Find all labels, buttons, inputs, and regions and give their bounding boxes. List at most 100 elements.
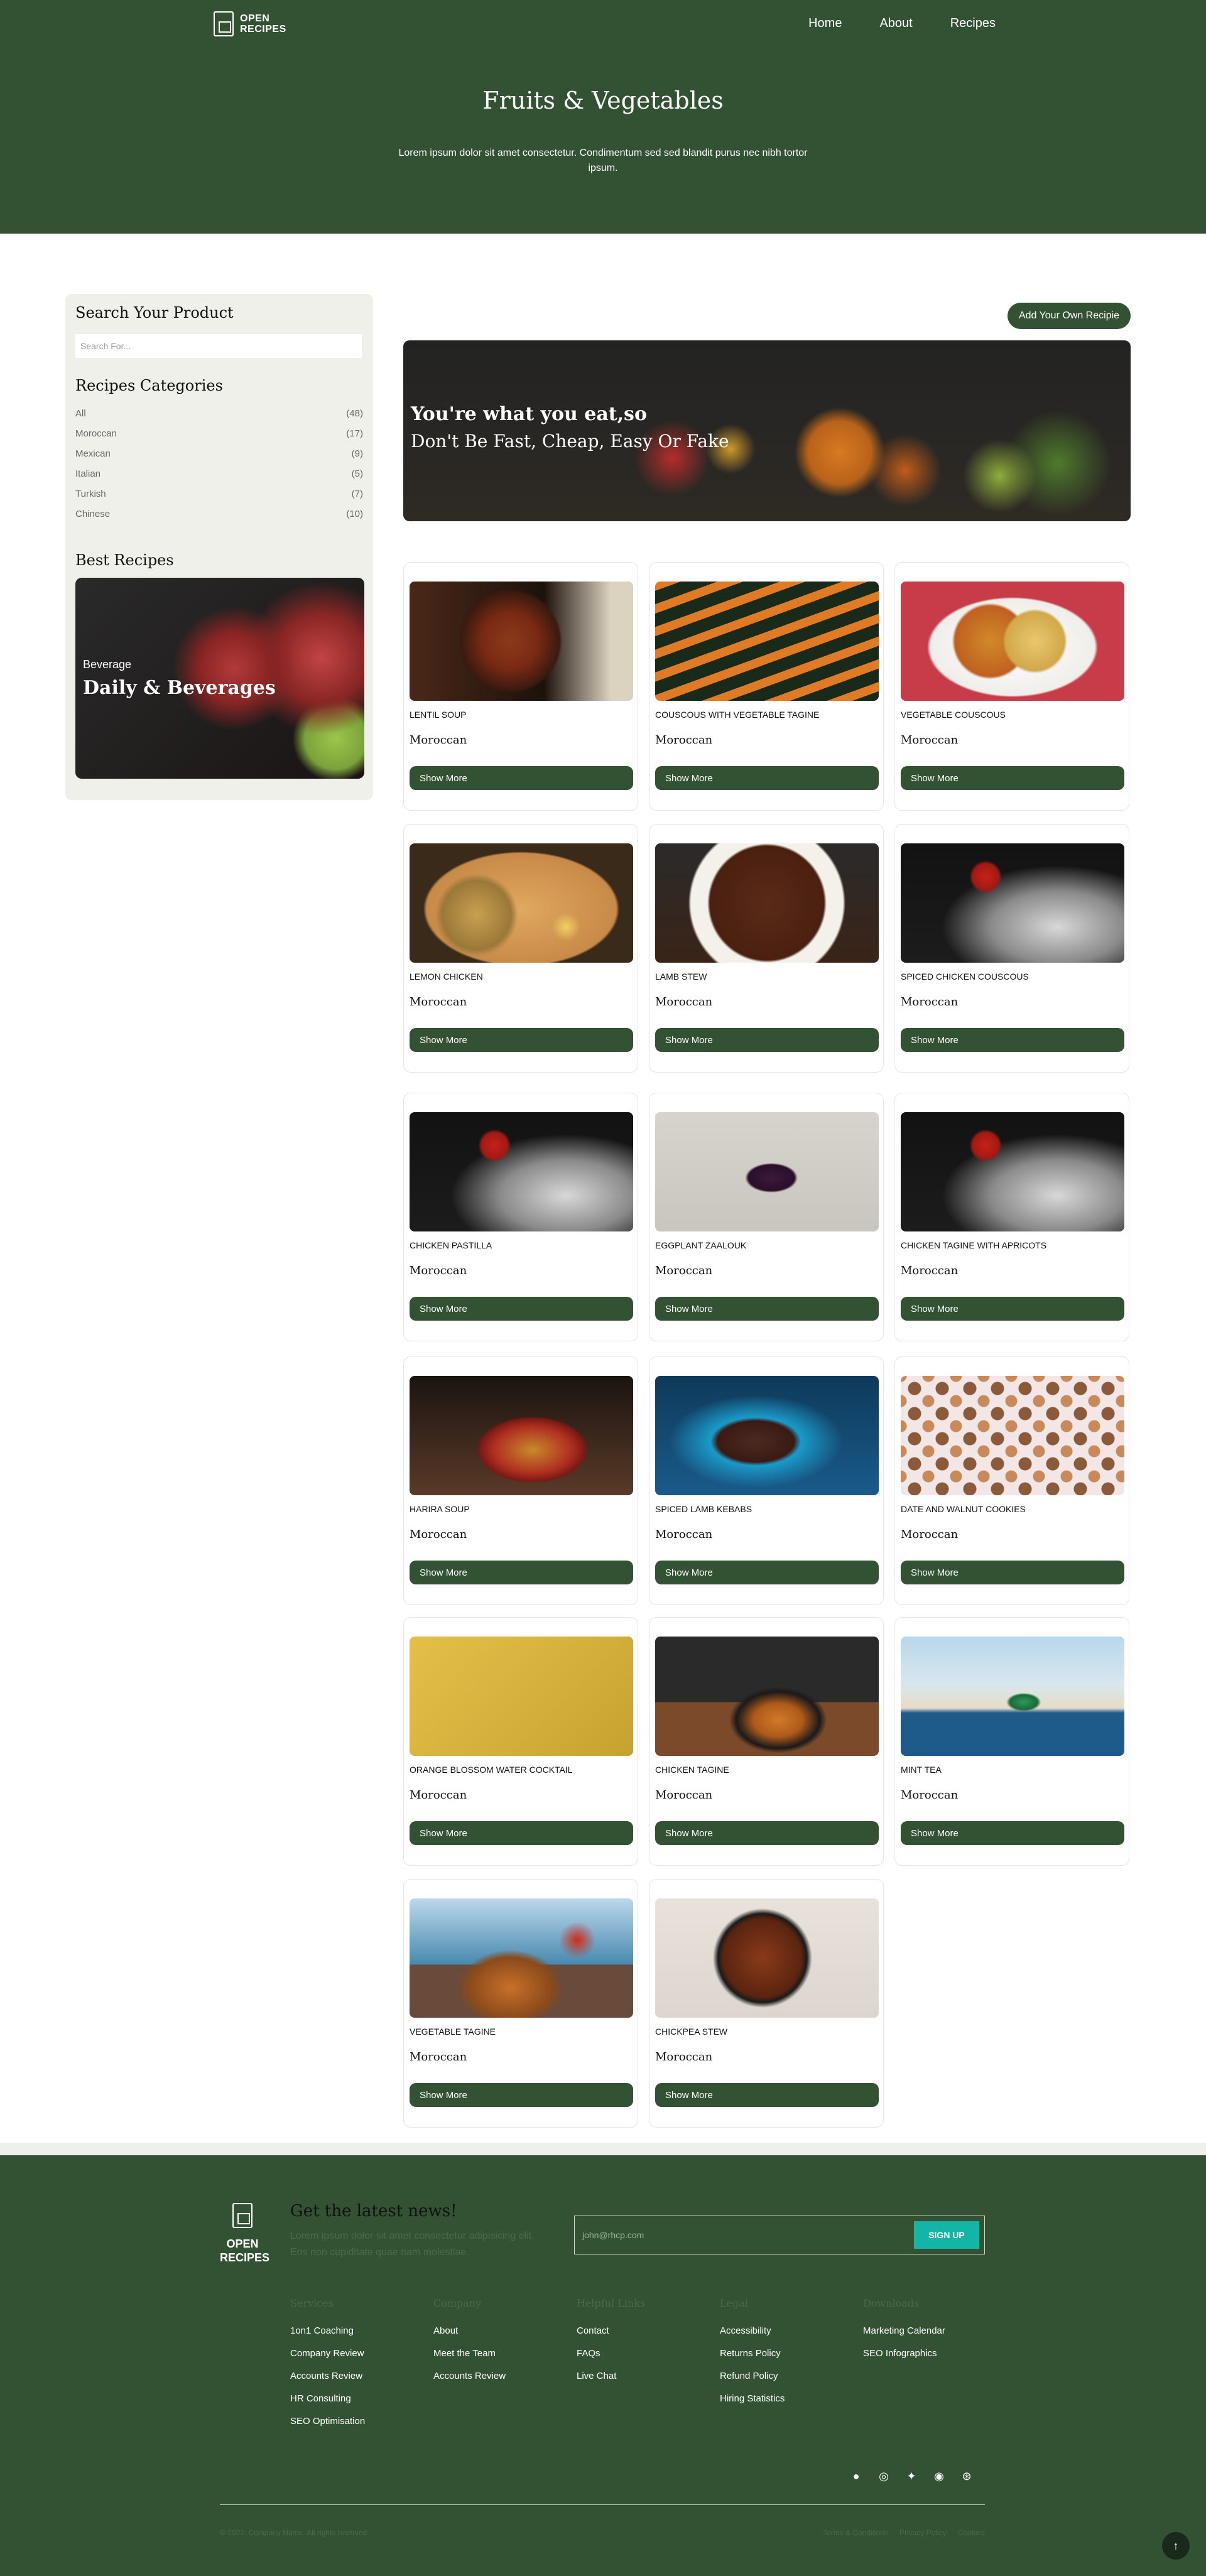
social-links: ● ◎ ✦ ◉ ⊛: [849, 2469, 974, 2483]
recipe-image[interactable]: [410, 843, 633, 963]
footer-link[interactable]: SEO Optimisation: [290, 2416, 365, 2438]
nav-recipes[interactable]: Recipes: [950, 16, 996, 31]
category-italian[interactable]: Italian (5): [75, 463, 363, 484]
recipe-card[interactable]: SPICED CHICKEN COUSCOUS Moroccan Show More: [894, 824, 1129, 1073]
dribbble-icon[interactable]: ⊛: [960, 2469, 974, 2483]
privacy-link[interactable]: Privacy Policy: [899, 2528, 947, 2537]
recipe-card[interactable]: EGGPLANT ZAALOUK Moroccan Show More: [649, 1093, 884, 1341]
recipe-title: SPICED CHICKEN COUSCOUS: [901, 971, 1029, 982]
show-more-button[interactable]: Show More: [410, 1561, 633, 1584]
recipe-category: Moroccan: [655, 1789, 713, 1802]
footer-link[interactable]: SEO Infographics: [863, 2348, 945, 2371]
recipe-card[interactable]: CHICKPEA STEW Moroccan Show More: [649, 1879, 884, 2128]
footer-logo-line1: OPEN: [226, 2238, 259, 2250]
show-more-button[interactable]: Show More: [655, 1561, 879, 1584]
recipe-image[interactable]: [655, 1637, 879, 1756]
category-chinese[interactable]: Chinese (10): [75, 504, 363, 524]
twitter-icon[interactable]: ✦: [905, 2469, 918, 2483]
recipe-card[interactable]: LEMON CHICKEN Moroccan Show More: [403, 824, 638, 1073]
recipe-card[interactable]: ORANGE BLOSSOM WATER COCKTAIL Moroccan Sho…: [403, 1617, 638, 1866]
footer-link[interactable]: Accessibility: [720, 2325, 785, 2348]
recipe-card[interactable]: COUSCOUS WITH VEGETABLE TAGINE Moroccan Sh…: [649, 562, 884, 811]
footer-link[interactable]: Accounts Review: [433, 2371, 506, 2393]
show-more-button[interactable]: Show More: [901, 766, 1124, 790]
show-more-button[interactable]: Show More: [655, 1028, 879, 1052]
recipe-image[interactable]: [901, 582, 1124, 701]
show-more-button[interactable]: Show More: [901, 1821, 1124, 1845]
show-more-button[interactable]: Show More: [655, 766, 879, 790]
recipe-card[interactable]: CHICKEN PASTILLA Moroccan Show More: [403, 1093, 638, 1341]
recipe-card[interactable]: HARIRA SOUP Moroccan Show More: [403, 1356, 638, 1605]
logo[interactable]: OPEN RECIPES: [214, 11, 286, 36]
recipe-image[interactable]: [410, 1637, 633, 1756]
recipe-image[interactable]: [655, 582, 879, 701]
recipe-image[interactable]: [410, 1376, 633, 1495]
recipe-image[interactable]: [410, 1112, 633, 1231]
recipe-category: Moroccan: [901, 1528, 959, 1541]
footer-link[interactable]: About: [433, 2325, 506, 2348]
best-recipe-card[interactable]: Beverage Daily & Beverages: [75, 578, 364, 779]
nav-about[interactable]: About: [879, 16, 912, 31]
recipe-card[interactable]: CHICKEN TAGINE WITH APRICOTS Moroccan Show…: [894, 1093, 1129, 1341]
footer-link[interactable]: Company Review: [290, 2348, 365, 2371]
recipe-card[interactable]: DATE AND WALNUT COOKIES Moroccan Show More: [894, 1356, 1129, 1605]
recipe-image[interactable]: [655, 1112, 879, 1231]
footer-link[interactable]: Hiring Statistics: [720, 2393, 785, 2416]
show-more-button[interactable]: Show More: [901, 1297, 1124, 1321]
terms-link[interactable]: Terms & Conditions: [823, 2528, 888, 2537]
footer-link[interactable]: HR Consulting: [290, 2393, 365, 2416]
recipe-card[interactable]: SPICED LAMB KEBABS Moroccan Show More: [649, 1356, 884, 1605]
github-icon[interactable]: ◉: [932, 2469, 946, 2483]
footer-link[interactable]: Accounts Review: [290, 2371, 365, 2393]
show-more-button[interactable]: Show More: [410, 766, 633, 790]
footer-link[interactable]: Returns Policy: [720, 2348, 785, 2371]
show-more-button[interactable]: Show More: [655, 1821, 879, 1845]
email-field[interactable]: john@rhcp.com: [580, 2230, 914, 2240]
footer-link[interactable]: Meet the Team: [433, 2348, 506, 2371]
footer-link[interactable]: Live Chat: [577, 2371, 645, 2393]
category-all[interactable]: All (48): [75, 403, 363, 423]
show-more-button[interactable]: Show More: [410, 1297, 633, 1321]
show-more-button[interactable]: Show More: [410, 1821, 633, 1845]
footer-link[interactable]: 1on1 Coaching: [290, 2325, 365, 2348]
recipe-card[interactable]: VEGETABLE COUSCOUS Moroccan Show More: [894, 562, 1129, 811]
nav-home[interactable]: Home: [808, 16, 842, 31]
recipe-image[interactable]: [655, 1898, 879, 2018]
recipe-image[interactable]: [901, 1637, 1124, 1756]
recipe-image[interactable]: [655, 1376, 879, 1495]
recipe-card[interactable]: MINT TEA Moroccan Show More: [894, 1617, 1129, 1866]
recipe-card[interactable]: LENTIL SOUP Moroccan Show More: [403, 562, 638, 811]
recipe-image[interactable]: [901, 1376, 1124, 1495]
instagram-icon[interactable]: ◎: [877, 2469, 891, 2483]
footer-link[interactable]: Refund Policy: [720, 2371, 785, 2393]
show-more-button[interactable]: Show More: [410, 1028, 633, 1052]
footer-link[interactable]: Marketing Calendar: [863, 2325, 945, 2348]
recipe-card[interactable]: CHICKEN TAGINE Moroccan Show More: [649, 1617, 884, 1866]
recipe-title: LENTIL SOUP: [410, 710, 467, 720]
cookies-link[interactable]: Cookies: [958, 2528, 985, 2537]
recipe-image[interactable]: [901, 1112, 1124, 1231]
recipe-image[interactable]: [410, 582, 633, 701]
recipe-card[interactable]: VEGETABLE TAGINE Moroccan Show More: [403, 1879, 638, 2128]
signup-button[interactable]: SIGN UP: [914, 2221, 979, 2249]
search-input[interactable]: Search For...: [75, 334, 362, 358]
show-more-button[interactable]: Show More: [901, 1561, 1124, 1584]
category-mexican[interactable]: Mexican (9): [75, 443, 363, 463]
hero-banner: You're what you eat,so Don't Be Fast, Ch…: [403, 340, 1131, 521]
facebook-icon[interactable]: ●: [849, 2469, 863, 2483]
footer-link[interactable]: FAQs: [577, 2348, 645, 2371]
footer-link[interactable]: Contact: [577, 2325, 645, 2348]
show-more-button[interactable]: Show More: [901, 1028, 1124, 1052]
recipe-image[interactable]: [655, 843, 879, 963]
add-recipe-button[interactable]: Add Your Own Recipie: [1008, 303, 1131, 329]
show-more-button[interactable]: Show More: [655, 2083, 879, 2107]
scroll-to-top-button[interactable]: ↑: [1162, 2532, 1190, 2560]
show-more-button[interactable]: Show More: [655, 1297, 879, 1321]
category-moroccan[interactable]: Moroccan (17): [75, 423, 363, 443]
footer-logo[interactable]: OPEN RECIPES: [220, 2203, 269, 2265]
show-more-button[interactable]: Show More: [410, 2083, 633, 2107]
recipe-card[interactable]: LAMB STEW Moroccan Show More: [649, 824, 884, 1073]
category-turkish[interactable]: Turkish (7): [75, 484, 363, 504]
recipe-image[interactable]: [410, 1898, 633, 2018]
recipe-image[interactable]: [901, 843, 1124, 963]
